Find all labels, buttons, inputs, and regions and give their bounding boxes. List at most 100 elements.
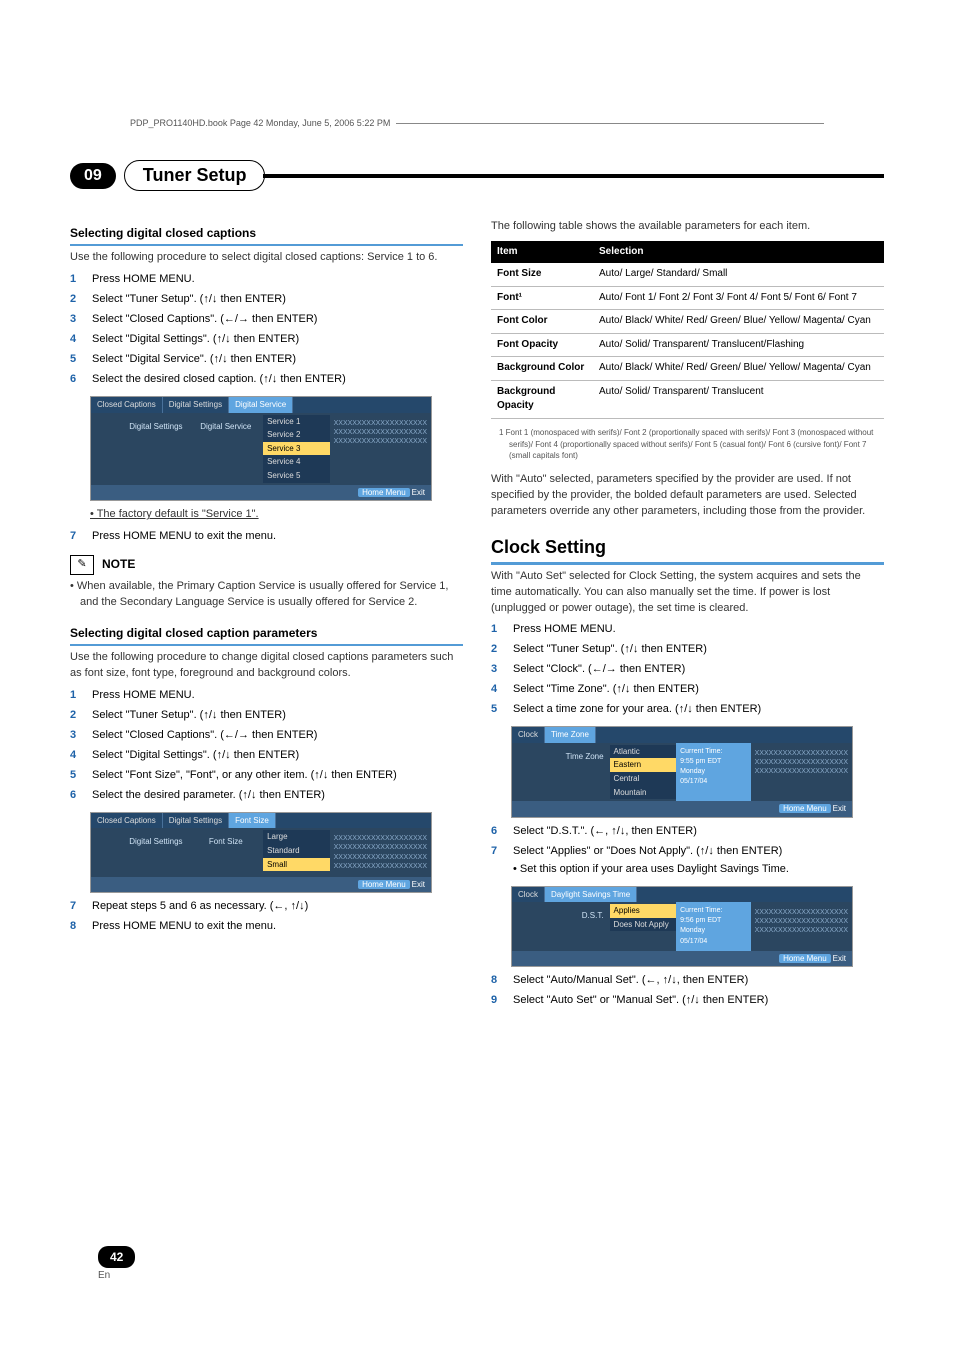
crumb: Clock xyxy=(512,727,545,743)
step: 2Select "Tuner Setup". (↑/↓ then ENTER) xyxy=(70,292,463,308)
current-time-panel: Current Time: 9:56 pm EDT Monday 05/17/0… xyxy=(676,902,751,951)
menu-item: Standard xyxy=(263,844,330,858)
table-footnote: 1 Font 1 (monospaced with serifs)/ Font … xyxy=(491,425,884,472)
menu-item: Mountain xyxy=(610,786,677,800)
step-text: Select "Time Zone". (↑/↓ then ENTER) xyxy=(513,682,699,698)
step-text: Select "Closed Captions". (←/→ then ENTE… xyxy=(92,728,317,744)
step: 3Select "Clock". (←/→ then ENTER) xyxy=(491,662,884,678)
cell-key: Font Opacity xyxy=(491,333,593,357)
menu-item: Central xyxy=(610,772,677,786)
header-rule xyxy=(396,123,824,124)
step: 5Select "Digital Service". (↑/↓ then ENT… xyxy=(70,352,463,368)
current-time-panel: Current Time: 9:55 pm EDT Monday 05/17/0… xyxy=(676,743,751,801)
crumb-active: Time Zone xyxy=(545,727,596,743)
cell-key: Font¹ xyxy=(491,286,593,310)
note-icon: ✎ xyxy=(70,555,94,575)
menu-screenshot-time-zone: Clock Time Zone Time Zone Atlantic Easte… xyxy=(511,726,853,818)
menu-item: Service 4 xyxy=(263,455,330,469)
step: 1Press HOME MENU. xyxy=(70,272,463,288)
menu-item-selected: Eastern xyxy=(610,758,677,772)
step-text: Select the desired parameter. (↑/↓ then … xyxy=(92,788,325,804)
menu-item-selected: Small xyxy=(263,858,330,872)
step: 6Select "D.S.T.". (←, ↑/↓, then ENTER) xyxy=(491,824,884,840)
step-text: Press HOME MENU. xyxy=(92,688,195,704)
table-row: Background ColorAuto/ Black/ White/ Red/… xyxy=(491,357,884,381)
subhead-digital-cc: Selecting digital closed captions xyxy=(70,225,463,246)
cell-val: Auto/ Solid/ Transparent/ Translucent/Fl… xyxy=(593,333,884,357)
param-table-intro: The following table shows the available … xyxy=(491,219,884,235)
th-selection: Selection xyxy=(593,241,884,264)
table-header-row: Item Selection xyxy=(491,241,884,264)
menu-mid-label: Digital Service xyxy=(189,413,264,485)
procedure-digital-cc: 1Press HOME MENU. 2Select "Tuner Setup".… xyxy=(70,272,463,388)
info-line: 9:55 pm EDT xyxy=(680,757,747,767)
menu-item: Service 1 xyxy=(263,415,330,429)
step: 5Select a time zone for your area. (↑/↓ … xyxy=(491,702,884,718)
intro-digital-cc: Use the following procedure to select di… xyxy=(70,250,463,266)
menu-side-label: Digital Settings xyxy=(91,828,189,876)
menu-item: Service 5 xyxy=(263,469,330,483)
table-row: Font ColorAuto/ Black/ White/ Red/ Green… xyxy=(491,310,884,334)
page-language: En xyxy=(98,1270,135,1281)
exit-label: Exit xyxy=(412,488,425,497)
exit-label: Exit xyxy=(833,804,846,813)
cell-key: Font Size xyxy=(491,263,593,286)
step-text: Press HOME MENU to exit the menu. xyxy=(92,529,276,545)
step: 8Select "Auto/Manual Set". (←, ↑/↓, then… xyxy=(491,973,884,989)
chapter-rule xyxy=(263,174,884,178)
procedure-continue: 7Press HOME MENU to exit the menu. xyxy=(70,529,463,545)
home-menu-badge: Home Menu xyxy=(358,488,410,497)
step-text: Repeat steps 5 and 6 as necessary. (←, ↑… xyxy=(92,899,308,915)
step: 6Select the desired closed caption. (↑/↓… xyxy=(70,372,463,388)
menu-item-selected: Service 3 xyxy=(263,442,330,456)
step-text: Select "Closed Captions". (←/→ then ENTE… xyxy=(92,312,317,328)
step: 8Press HOME MENU to exit the menu. xyxy=(70,919,463,935)
menu-screenshot-dst: Clock Daylight Savings Time D.S.T. Appli… xyxy=(511,886,853,968)
menu-list: Service 1 Service 2 Service 3 Service 4 … xyxy=(263,413,330,485)
procedure-clock-3: 8Select "Auto/Manual Set". (←, ↑/↓, then… xyxy=(491,973,884,1009)
cell-key: Background Color xyxy=(491,357,593,381)
home-menu-badge: Home Menu xyxy=(779,954,831,963)
cell-key: Background Opacity xyxy=(491,380,593,418)
crumb: Closed Captions xyxy=(91,813,163,829)
step-text: Press HOME MENU. xyxy=(513,622,616,638)
step-text: Select "Digital Service". (↑/↓ then ENTE… xyxy=(92,352,296,368)
menu-item: Service 2 xyxy=(263,428,330,442)
crumb: Digital Settings xyxy=(163,397,229,413)
menu-placeholder-text: XXXXXXXXXXXXXXXXXXXX XXXXXXXXXXXXXXXXXXX… xyxy=(751,902,852,951)
intro-cc-params: Use the following procedure to change di… xyxy=(70,650,463,682)
step: 3Select "Closed Captions". (←/→ then ENT… xyxy=(70,728,463,744)
menu-placeholder-text: XXXXXXXXXXXXXXXXXXXX XXXXXXXXXXXXXXXXXXX… xyxy=(330,413,431,485)
step-text: Press HOME MENU. xyxy=(92,272,195,288)
step: 9Select "Auto Set" or "Manual Set". (↑/↓… xyxy=(491,993,884,1009)
menu-placeholder-text: XXXXXXXXXXXXXXXXXXXX XXXXXXXXXXXXXXXXXXX… xyxy=(330,828,431,876)
table-row: Font¹Auto/ Font 1/ Font 2/ Font 3/ Font … xyxy=(491,286,884,310)
step-text: Select "Tuner Setup". (↑/↓ then ENTER) xyxy=(92,292,286,308)
step: 2Select "Tuner Setup". (↑/↓ then ENTER) xyxy=(70,708,463,724)
menu-side-label: Digital Settings xyxy=(91,413,189,485)
left-column: Selecting digital closed captions Use th… xyxy=(70,219,463,1015)
step-text: Select "Applies" or "Does Not Apply". (↑… xyxy=(513,845,782,857)
th-item: Item xyxy=(491,241,593,264)
menu-item: Large xyxy=(263,830,330,844)
menu-list: Atlantic Eastern Central Mountain xyxy=(610,743,677,801)
crumb-active: Digital Service xyxy=(229,397,293,413)
step-text: Select a time zone for your area. (↑/↓ t… xyxy=(513,702,761,718)
param-table: Item Selection Font SizeAuto/ Large/ Sta… xyxy=(491,241,884,419)
page: PDP_PRO1140HD.book Page 42 Monday, June … xyxy=(0,0,954,1351)
chapter-number-chip: 09 xyxy=(70,163,116,189)
crumb: Closed Captions xyxy=(91,397,163,413)
step: 5Select "Font Size", "Font", or any othe… xyxy=(70,768,463,784)
step-text: Select "Tuner Setup". (↑/↓ then ENTER) xyxy=(92,708,286,724)
procedure-clock-2: 6Select "D.S.T.". (←, ↑/↓, then ENTER) 7… xyxy=(491,824,884,878)
clock-intro: With "Auto Set" selected for Clock Setti… xyxy=(491,569,884,617)
step-text: Select "Auto Set" or "Manual Set". (↑/↓ … xyxy=(513,993,768,1009)
step: 2Select "Tuner Setup". (↑/↓ then ENTER) xyxy=(491,642,884,658)
menu-item-selected: Applies xyxy=(610,904,677,918)
info-line: 9:56 pm EDT xyxy=(680,916,747,926)
step-text: Select "Digital Settings". (↑/↓ then ENT… xyxy=(92,332,299,348)
book-header-line: PDP_PRO1140HD.book Page 42 Monday, June … xyxy=(130,118,824,128)
step-text: Select the desired closed caption. (↑/↓ … xyxy=(92,372,346,388)
step: 7 Select "Applies" or "Does Not Apply". … xyxy=(491,844,884,878)
menu-side-label: Time Zone xyxy=(512,743,610,801)
